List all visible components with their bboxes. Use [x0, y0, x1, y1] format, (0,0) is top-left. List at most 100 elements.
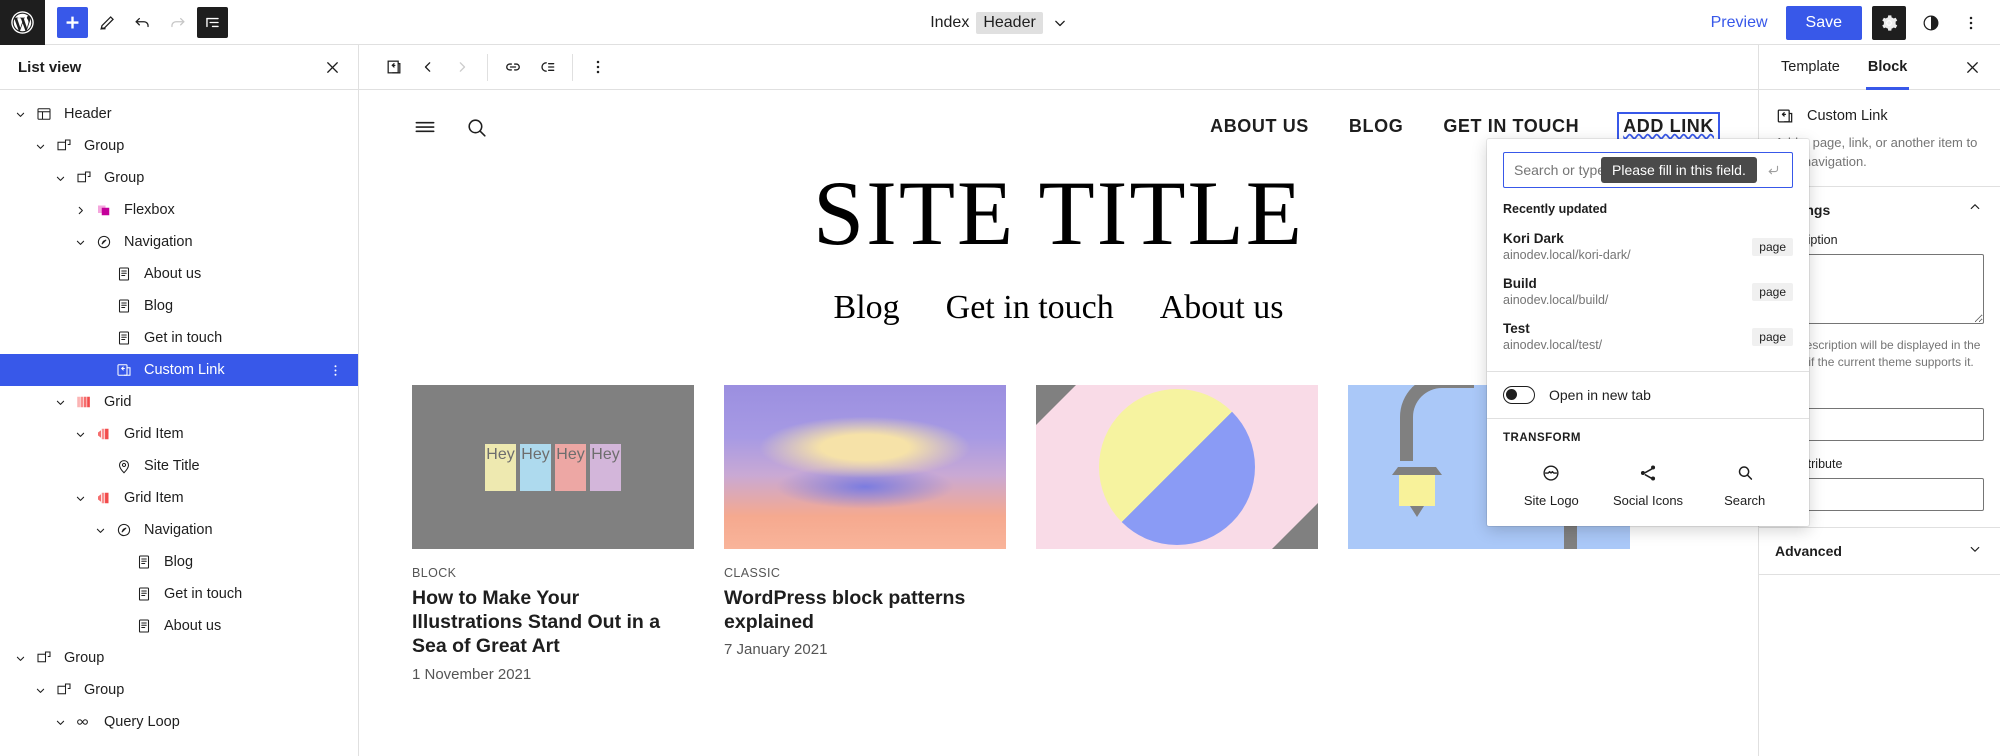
open-in-new-tab-row[interactable]: Open in new tab: [1487, 372, 1809, 418]
post-title[interactable]: WordPress block patterns explained: [724, 586, 1006, 634]
tab-block[interactable]: Block: [1854, 45, 1922, 90]
chevron-right-icon[interactable]: [68, 198, 92, 222]
list-view-row-about-us[interactable]: About us: [0, 610, 358, 642]
chevron-down-icon[interactable]: [48, 166, 72, 190]
vertical-ellipsis-icon[interactable]: [581, 50, 615, 84]
site-nav-link[interactable]: BLOG: [1349, 116, 1403, 137]
link-result-item[interactable]: Test ainodev.local/test/page: [1487, 314, 1809, 359]
swatch: Hey: [590, 443, 621, 491]
chevron-down-icon[interactable]: [68, 486, 92, 510]
list-view-row-about-us[interactable]: About us: [0, 258, 358, 290]
site-nav-link[interactable]: ADD LINK: [1617, 112, 1720, 141]
site-nav-link[interactable]: ABOUT US: [1210, 116, 1309, 137]
list-view-row-grid-item[interactable]: Grid Item: [0, 418, 358, 450]
chevron-down-icon[interactable]: [28, 134, 52, 158]
chevron-up-icon[interactable]: [1966, 198, 1984, 221]
undo-button[interactable]: [127, 7, 158, 38]
preview-button[interactable]: Preview: [1703, 8, 1776, 38]
site-subnav-link[interactable]: About us: [1160, 289, 1284, 327]
wordpress-logo-icon[interactable]: [0, 0, 45, 45]
chevron-down-icon[interactable]: [8, 102, 32, 126]
chevron-down-icon[interactable]: [88, 518, 112, 542]
vertical-ellipsis-icon[interactable]: [327, 362, 344, 379]
chevron-down-icon[interactable]: [48, 390, 72, 414]
chevron-down-icon[interactable]: [68, 230, 92, 254]
add-submenu-icon[interactable]: [530, 50, 564, 84]
close-x-icon[interactable]: [323, 58, 342, 77]
caret-spacer: [88, 294, 112, 318]
grid-icon: [72, 390, 96, 414]
page-icon: [132, 582, 156, 606]
link-result-item[interactable]: Kori Dark ainodev.local/kori-dark/page: [1487, 224, 1809, 269]
list-view-row-group[interactable]: Group: [0, 642, 358, 674]
group-icon: [52, 134, 76, 158]
site-nav-link[interactable]: GET IN TOUCH: [1443, 116, 1579, 137]
chevron-down-icon[interactable]: [1050, 13, 1070, 33]
open-in-new-tab-toggle[interactable]: [1503, 386, 1535, 404]
chevron-down-icon[interactable]: [48, 710, 72, 734]
link-result-item[interactable]: Build ainodev.local/build/page: [1487, 269, 1809, 314]
site-subnav-link[interactable]: Blog: [834, 289, 900, 327]
post-card[interactable]: Hey Hey Hey Hey BLOCK How to Make Your I…: [412, 385, 694, 683]
list-view-row-blog[interactable]: Blog: [0, 290, 358, 322]
document-name-chip[interactable]: Header: [976, 11, 1043, 34]
block-toolbar-group-options: [573, 50, 623, 84]
search-icon[interactable]: [464, 115, 489, 145]
add-block-button[interactable]: [57, 6, 88, 38]
list-view-row-group[interactable]: Group: [0, 162, 358, 194]
post-category[interactable]: BLOCK: [412, 566, 694, 580]
caret-spacer: [88, 454, 112, 478]
list-view-button[interactable]: [197, 6, 228, 38]
list-view-row-grid[interactable]: Grid: [0, 386, 358, 418]
advanced-section-header[interactable]: Advanced: [1775, 528, 1984, 574]
save-button[interactable]: Save: [1785, 5, 1862, 40]
gear-icon[interactable]: [1872, 5, 1906, 40]
post-category[interactable]: CLASSIC: [724, 566, 1006, 580]
chevron-down-icon[interactable]: [8, 646, 32, 670]
list-view-row-get-in-touch[interactable]: Get in touch: [0, 322, 358, 354]
block-name: Custom Link: [1807, 108, 1888, 124]
post-title[interactable]: How to Make Your Illustrations Stand Out…: [412, 586, 694, 659]
hamburger-menu-icon[interactable]: [412, 114, 438, 145]
select-parent-block-button[interactable]: [377, 50, 411, 84]
transform-search[interactable]: Search: [1696, 458, 1793, 512]
tab-template[interactable]: Template: [1767, 45, 1854, 89]
post-card[interactable]: [1036, 385, 1318, 683]
page-icon: [132, 550, 156, 574]
list-view-row-get-in-touch[interactable]: Get in touch: [0, 578, 358, 610]
transform-site-logo[interactable]: Site Logo: [1503, 458, 1600, 512]
list-view-row-navigation[interactable]: Navigation: [0, 514, 358, 546]
transform-heading: TRANSFORM: [1503, 432, 1581, 444]
list-view-row-blog[interactable]: Blog: [0, 546, 358, 578]
transform-social-icons[interactable]: Social Icons: [1600, 458, 1697, 512]
move-down-button[interactable]: [445, 50, 479, 84]
link-icon[interactable]: [496, 50, 530, 84]
list-view-row-flexbox[interactable]: Flexbox: [0, 194, 358, 226]
caret-spacer: [108, 550, 132, 574]
edit-tool-button[interactable]: [92, 7, 123, 38]
move-up-button[interactable]: [411, 50, 445, 84]
chevron-down-icon[interactable]: [68, 422, 92, 446]
list-view-row-navigation[interactable]: Navigation: [0, 226, 358, 258]
site-subnav-link[interactable]: Get in touch: [946, 289, 1114, 327]
chevron-down-icon[interactable]: [1966, 540, 1984, 563]
enter-return-icon[interactable]: [1764, 161, 1782, 179]
list-view-row-query-loop[interactable]: Query Loop: [0, 706, 358, 738]
list-view-row-site-title[interactable]: Site Title: [0, 450, 358, 482]
list-view-title: List view: [18, 58, 82, 76]
vertical-ellipsis-icon[interactable]: [1956, 8, 1986, 38]
list-view-row-grid-item[interactable]: Grid Item: [0, 482, 358, 514]
site-primary-nav: ABOUT US BLOG GET IN TOUCH ADD LINK: [1210, 108, 1720, 141]
lamp-shade-top: [1392, 467, 1442, 475]
redo-button[interactable]: [162, 7, 193, 38]
post-card[interactable]: CLASSIC WordPress block patterns explain…: [724, 385, 1006, 683]
chevron-down-icon[interactable]: [28, 678, 52, 702]
list-view-row-custom-link[interactable]: Custom Link: [0, 354, 358, 386]
list-view-row-group[interactable]: Group: [0, 674, 358, 706]
close-x-icon[interactable]: [1953, 45, 1992, 89]
list-view-row-header[interactable]: Header: [0, 98, 358, 130]
link-result-badge: page: [1752, 237, 1793, 256]
post-thumbnail-circle-diagonal: [1036, 385, 1318, 549]
contrast-half-circle-icon[interactable]: [1916, 8, 1946, 38]
list-view-row-group[interactable]: Group: [0, 130, 358, 162]
